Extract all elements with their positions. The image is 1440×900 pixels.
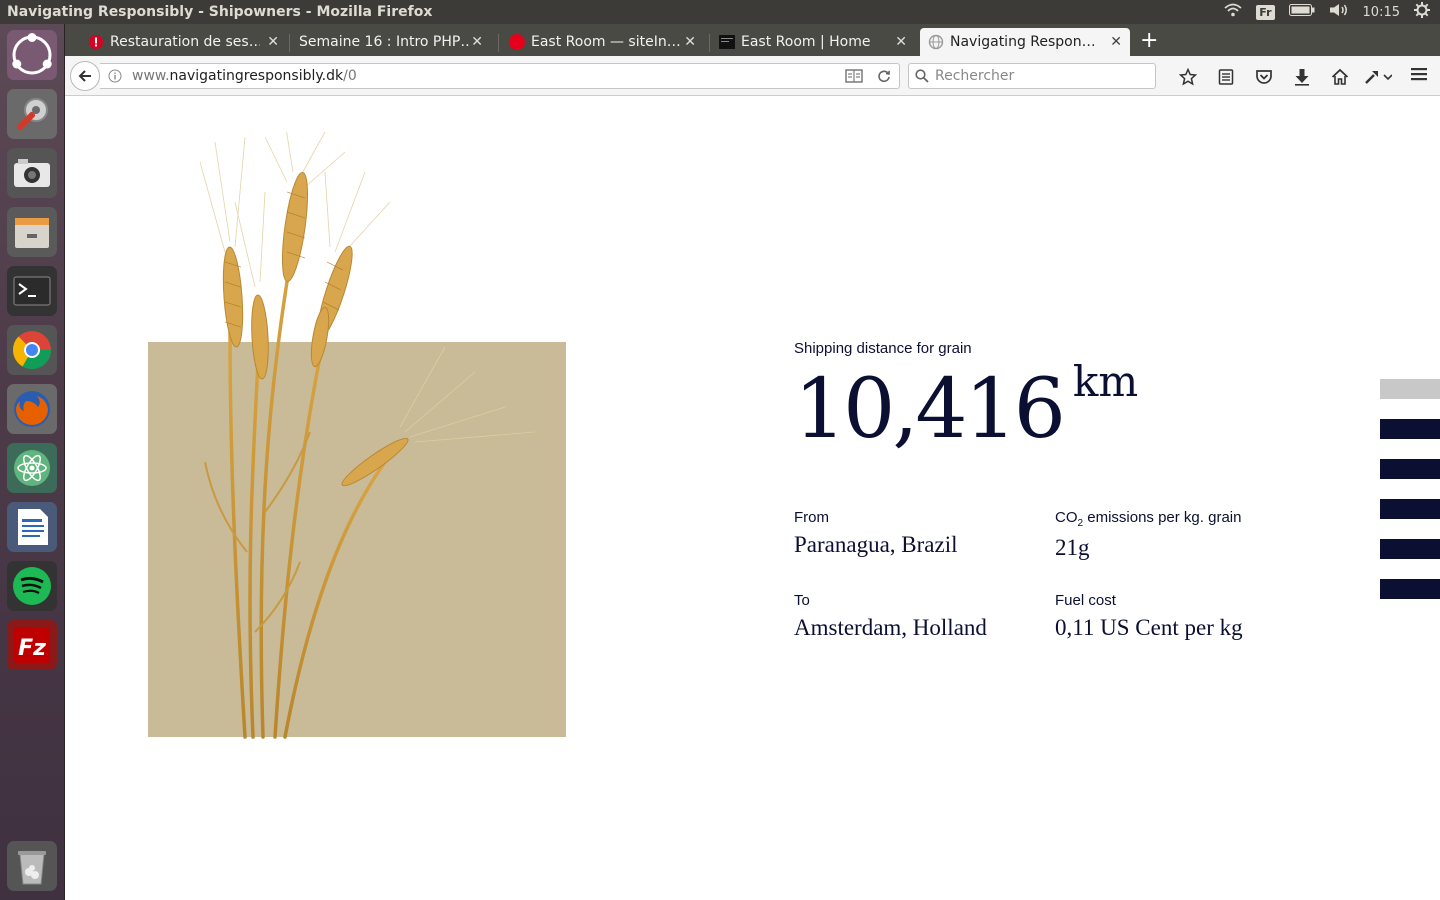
- wifi-icon[interactable]: [1224, 3, 1242, 21]
- hamburger-menu-icon[interactable]: [1410, 66, 1428, 86]
- url-prefix: www.: [132, 68, 170, 84]
- clock[interactable]: 10:15: [1363, 5, 1400, 20]
- battery-icon[interactable]: [1288, 4, 1315, 20]
- web-page: Shipping distance for grain 10,416 km Fr…: [65, 97, 1440, 900]
- settings-gear-icon[interactable]: [1414, 2, 1430, 22]
- navigation-toolbar: www. navigatingresponsibly.dk/0 Recherche…: [65, 56, 1440, 96]
- co2-value: 21g: [1055, 535, 1090, 560]
- slide-nav-bar[interactable]: [1380, 379, 1440, 399]
- info-icon[interactable]: [108, 69, 122, 83]
- tab-separator: [289, 34, 290, 52]
- to-value: Amsterdam, Holland: [794, 615, 987, 640]
- red-dot-icon: [509, 34, 525, 50]
- firefox-icon[interactable]: [7, 384, 57, 434]
- pocket-icon[interactable]: [1245, 66, 1283, 88]
- libreoffice-writer-icon[interactable]: [7, 502, 57, 552]
- co2-label-suffix: emissions per kg. grain: [1083, 509, 1242, 526]
- shipping-info: Shipping distance for grain 10,416 km: [794, 340, 1138, 451]
- tab-label: Restauration de ses…: [110, 34, 260, 50]
- tab-separator: [709, 34, 710, 52]
- tab-navigating-responsibly[interactable]: Navigating Respon… ✕: [920, 28, 1130, 56]
- svg-text:Fz: Fz: [18, 636, 46, 661]
- url-path: /0: [343, 68, 357, 84]
- files-icon[interactable]: [7, 207, 57, 257]
- camera-icon[interactable]: [7, 148, 57, 198]
- system-settings-icon[interactable]: [7, 89, 57, 139]
- to-field: To Amsterdam, Holland: [794, 592, 1044, 641]
- tab-east-room-siteinfo[interactable]: East Room — siteIn… ✕: [501, 28, 704, 56]
- new-tab-button[interactable]: +: [1140, 30, 1158, 52]
- unity-launcher: Fz: [0, 24, 65, 900]
- url-host: navigatingresponsibly.dk: [169, 68, 344, 84]
- slide-nav-bar[interactable]: [1380, 419, 1440, 439]
- close-icon[interactable]: ✕: [471, 34, 483, 50]
- spotify-icon[interactable]: [7, 561, 57, 611]
- bookmarks-library-icon[interactable]: [1207, 66, 1245, 88]
- slide-nav-bar[interactable]: [1380, 539, 1440, 559]
- slide-nav-bar[interactable]: [1380, 499, 1440, 519]
- home-icon[interactable]: [1321, 66, 1359, 88]
- fuel-label: Fuel cost: [1055, 592, 1116, 609]
- distance-value: 10,416: [794, 362, 1066, 457]
- co2-label-prefix: CO: [1055, 509, 1078, 526]
- bookmark-star-icon[interactable]: [1169, 66, 1207, 88]
- atom-icon[interactable]: [7, 443, 57, 493]
- search-bar[interactable]: Rechercher: [908, 63, 1156, 89]
- co2-label: CO2 emissions per kg. grain: [1055, 509, 1305, 529]
- tab-semaine-16[interactable]: Semaine 16 : Intro PHP… ✕: [291, 28, 491, 56]
- distance-unit: km: [1072, 357, 1139, 406]
- tab-label: East Room — siteIn…: [531, 34, 681, 50]
- error-icon: [89, 35, 103, 49]
- url-bar[interactable]: www. navigatingresponsibly.dk/0: [100, 63, 900, 89]
- back-button[interactable]: [70, 61, 100, 91]
- globe-icon: [928, 34, 944, 50]
- trash-icon[interactable]: [7, 841, 57, 891]
- volume-icon[interactable]: [1329, 3, 1349, 21]
- tab-restauration[interactable]: Restauration de ses… ✕: [80, 28, 287, 56]
- filezilla-icon[interactable]: Fz: [7, 620, 57, 670]
- system-top-panel: Navigating Responsibly - Shipowners - Mo…: [0, 0, 1440, 24]
- reload-icon[interactable]: [877, 69, 891, 83]
- tab-label: East Room | Home: [741, 34, 871, 50]
- close-icon[interactable]: ✕: [267, 34, 279, 50]
- reader-view-icon[interactable]: [845, 69, 863, 83]
- ubuntu-dash-icon[interactable]: [7, 30, 57, 80]
- slide-nav-bar[interactable]: [1380, 579, 1440, 599]
- to-label: To: [794, 592, 810, 609]
- tab-east-room-home[interactable]: East Room | Home ✕: [711, 28, 915, 56]
- wheat-illustration: [199, 132, 535, 739]
- slide-nav-bar[interactable]: [1380, 459, 1440, 479]
- chrome-icon[interactable]: [7, 325, 57, 375]
- back-arrow-icon: [78, 70, 91, 82]
- fuel-value: 0,11 US Cent per kg: [1055, 615, 1243, 640]
- keyboard-layout-indicator[interactable]: Fr: [1256, 4, 1275, 20]
- distance-label: Shipping distance for grain: [794, 340, 972, 357]
- tab-bar: Restauration de ses… ✕ Semaine 16 : Intr…: [65, 24, 1440, 56]
- dark-square-icon: [719, 35, 735, 49]
- close-icon[interactable]: ✕: [895, 34, 907, 50]
- from-field: From Paranagua, Brazil: [794, 509, 1044, 558]
- tab-label: Semaine 16 : Intro PHP…: [299, 34, 469, 50]
- toolbar-icons: [1169, 66, 1397, 88]
- tab-separator: [498, 34, 499, 52]
- search-placeholder: Rechercher: [935, 68, 1015, 84]
- search-icon: [915, 69, 929, 83]
- distance-display: 10,416 km: [794, 361, 1138, 457]
- terminal-icon[interactable]: [7, 266, 57, 316]
- window-title: Navigating Responsibly - Shipowners - Mo…: [7, 4, 433, 20]
- tab-label: Navigating Respon…: [950, 34, 1096, 50]
- close-icon[interactable]: ✕: [1110, 34, 1122, 50]
- fuel-field: Fuel cost 0,11 US Cent per kg: [1055, 592, 1305, 641]
- close-icon[interactable]: ✕: [684, 34, 696, 50]
- from-value: Paranagua, Brazil: [794, 532, 958, 557]
- from-label: From: [794, 509, 829, 526]
- developer-tools-icon[interactable]: [1359, 66, 1397, 88]
- co2-field: CO2 emissions per kg. grain 21g: [1055, 509, 1305, 561]
- system-tray: Fr 10:15: [1224, 2, 1440, 22]
- downloads-icon[interactable]: [1283, 66, 1321, 88]
